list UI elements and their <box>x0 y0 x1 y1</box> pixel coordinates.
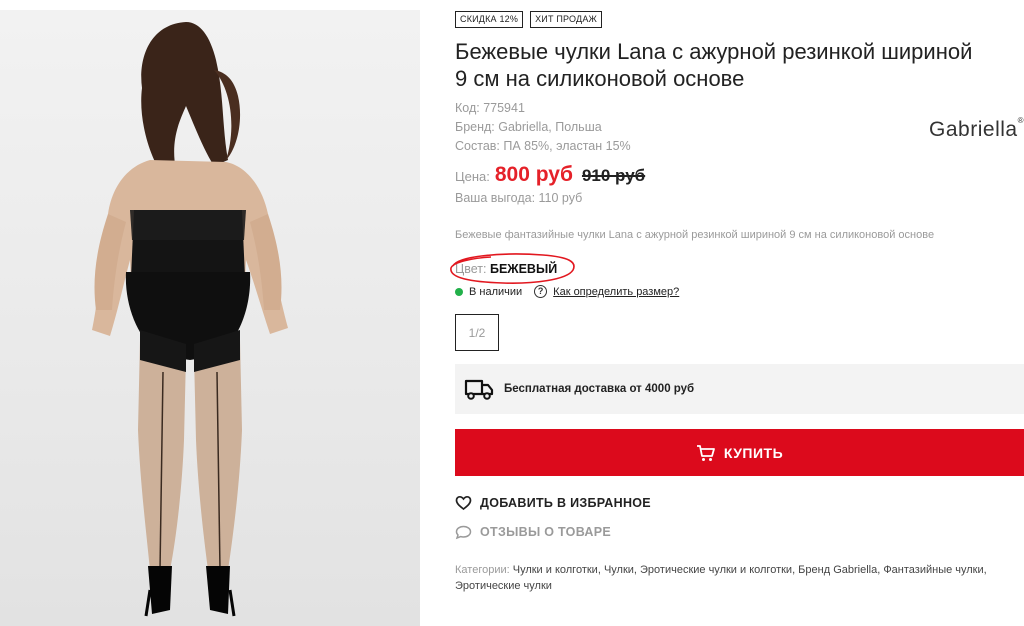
product-title: Бежевые чулки Lana с ажурной резинкой ши… <box>455 39 973 91</box>
product-composition: Состав: ПА 85%, эластан 15% <box>455 139 631 153</box>
old-price: 910 руб <box>581 166 646 185</box>
reviews-label: ОТЗЫВЫ О ТОВАРЕ <box>480 525 612 539</box>
discount-badge: СКИДКА 12% <box>455 11 524 28</box>
color-value: БЕЖЕВЫЙ <box>489 262 558 276</box>
categories-list[interactable]: Чулки и колготки, Чулки, Эротические чул… <box>455 564 987 592</box>
categories-block: Категории: Чулки и колготки, Чулки, Эрот… <box>455 562 1024 594</box>
question-icon: ? <box>534 285 548 298</box>
registered-mark: ® <box>1017 116 1024 125</box>
categories-label: Категории: <box>455 564 510 576</box>
badge-list: СКИДКА 12% ХИТ ПРОДАЖ <box>455 11 603 28</box>
heart-icon <box>455 495 472 511</box>
product-code: Код: 775941 <box>455 101 525 115</box>
color-label: Цвет: <box>455 262 487 276</box>
price-label: Цена: <box>455 169 490 184</box>
buy-button[interactable]: КУПИТЬ <box>455 429 1024 476</box>
stock-status: В наличии <box>469 285 523 298</box>
short-description: Бежевые фантазийные чулки Lana с ажурной… <box>455 229 935 241</box>
size-option[interactable]: 1/2 <box>455 314 499 351</box>
size-guide-link[interactable]: Как определить размер? <box>553 286 679 298</box>
in-stock-dot-icon <box>455 287 463 296</box>
stock-row: В наличии ? Как определить размер? <box>455 285 679 298</box>
color-row: Цвет: БЕЖЕВЫЙ <box>450 253 575 284</box>
delivery-text: Бесплатная доставка от 4000 руб <box>504 383 695 395</box>
product-photo[interactable] <box>0 10 420 626</box>
cart-icon <box>696 444 715 461</box>
brand-logo[interactable]: Gabriella® <box>929 116 1024 142</box>
savings-text: Ваша выгода: 110 руб <box>455 191 583 205</box>
product-meta: Код: 775941 Бренд: Gabriella, Польша Сос… <box>455 99 631 156</box>
buy-button-label: КУПИТЬ <box>723 444 784 461</box>
favorites-label: ДОБАВИТЬ В ИЗБРАННОЕ <box>480 496 651 510</box>
truck-icon <box>464 379 494 400</box>
brand-logo-text: Gabriella <box>929 118 1018 141</box>
bestseller-badge: ХИТ ПРОДАЖ <box>530 11 603 28</box>
add-to-favorites-button[interactable]: ДОБАВИТЬ В ИЗБРАННОЕ <box>455 495 651 511</box>
current-price: 800 руб <box>494 163 573 186</box>
product-info: СКИДКА 12% ХИТ ПРОДАЖ Бежевые чулки Lana… <box>450 0 1024 626</box>
product-brand: Бренд: Gabriella, Польша <box>455 120 602 134</box>
model-illustration <box>92 22 288 617</box>
price-row: Цена: 800 руб 910 руб <box>455 163 645 187</box>
speech-bubble-icon <box>455 525 472 540</box>
delivery-banner: Бесплатная доставка от 4000 руб <box>455 364 1024 414</box>
reviews-link[interactable]: ОТЗЫВЫ О ТОВАРЕ <box>455 524 611 540</box>
